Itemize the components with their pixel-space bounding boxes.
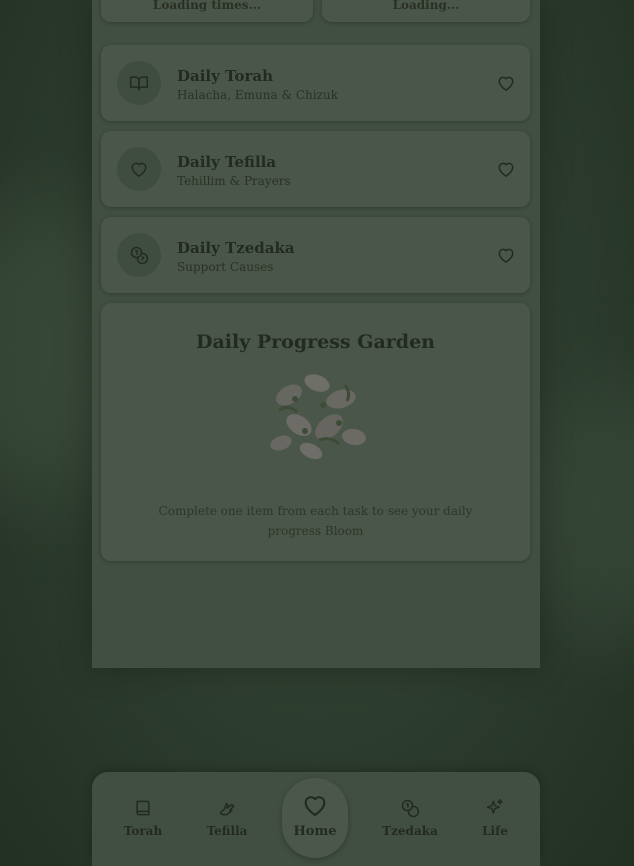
bottom-navigation: Torah Tefilla Home Tzedaka Life xyxy=(92,772,540,866)
nav-label: Torah xyxy=(123,824,163,838)
nav-label: Tefilla xyxy=(206,824,248,838)
zmanim-card[interactable]: Loading times... xyxy=(101,0,313,22)
sparkles-icon xyxy=(486,798,503,814)
task-title: Daily Tzedaka xyxy=(177,239,295,257)
task-title: Daily Tefilla xyxy=(177,153,277,171)
task-card-torah[interactable]: Daily Torah Halacha, Emuna & Chizuk xyxy=(101,45,530,121)
progress-garden-card: Daily Progress Garden Complete one item … xyxy=(101,303,530,561)
nav-item-life[interactable]: Life xyxy=(460,798,530,838)
task-card-tzedaka[interactable]: Daily Tzedaka Support Causes xyxy=(101,217,530,293)
zmanim-loading-text: Loading times... xyxy=(152,0,262,12)
garden-title: Daily Progress Garden xyxy=(196,331,435,353)
task-subtitle: Tehillim & Prayers xyxy=(177,174,291,188)
task-card-tefilla[interactable]: Daily Tefilla Tehillim & Prayers xyxy=(101,131,530,207)
info-loading-text: Loading... xyxy=(392,0,460,12)
nav-item-tzedaka[interactable]: Tzedaka xyxy=(375,798,445,838)
app-screen: Loading times... Loading... Daily Torah … xyxy=(0,0,634,866)
book-icon xyxy=(136,800,150,816)
heart-icon xyxy=(117,147,161,191)
favorite-heart-icon[interactable] xyxy=(496,245,516,265)
nav-item-tefilla[interactable]: Tefilla xyxy=(192,798,262,838)
book-icon xyxy=(117,61,161,105)
nav-item-home[interactable]: Home xyxy=(282,778,348,858)
info-card[interactable]: Loading... xyxy=(322,0,530,22)
nav-item-torah[interactable]: Torah xyxy=(108,798,178,838)
coins-icon xyxy=(401,799,420,818)
nav-label: Tzedaka xyxy=(382,824,438,838)
task-title: Daily Torah xyxy=(177,67,274,85)
task-subtitle: Halacha, Emuna & Chizuk xyxy=(177,88,338,102)
blossom-flowers-image xyxy=(270,374,366,460)
nav-label: Life xyxy=(482,824,508,838)
favorite-heart-icon[interactable] xyxy=(496,159,516,179)
nav-label: Home xyxy=(293,824,337,839)
coins-icon xyxy=(117,233,161,277)
garden-message: Complete one item from each task to see … xyxy=(158,504,473,538)
praying-hands-icon xyxy=(219,803,235,816)
favorite-heart-icon[interactable] xyxy=(496,73,516,93)
task-subtitle: Support Causes xyxy=(177,260,274,274)
heart-icon xyxy=(304,796,326,816)
